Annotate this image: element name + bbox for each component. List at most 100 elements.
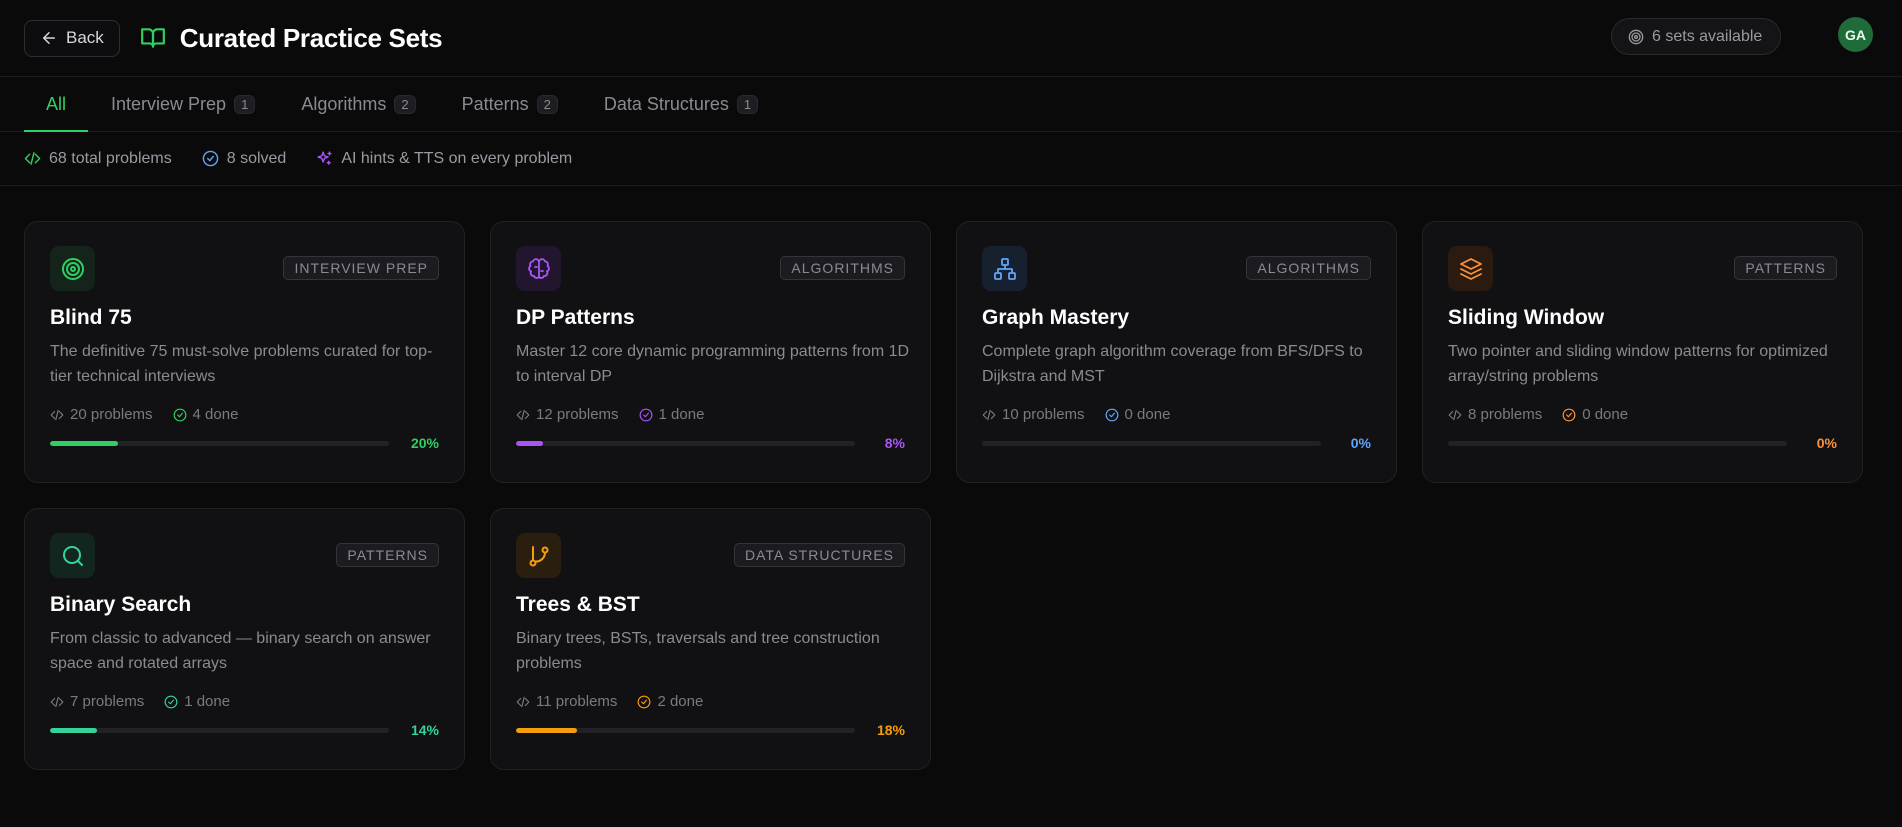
top-header: Back Curated Practice Sets 6 sets availa… — [0, 0, 1902, 77]
done-count-text: 2 done — [657, 693, 704, 710]
title-group: Curated Practice Sets — [140, 23, 443, 54]
done-count-text: 1 done — [184, 693, 231, 710]
tab-count-badge: 1 — [234, 94, 256, 114]
card-description: The definitive 75 must-solve problems cu… — [50, 343, 433, 385]
progress-fill — [50, 727, 98, 733]
avatar[interactable]: GA — [1838, 17, 1873, 52]
card-description: From classic to advanced — binary search… — [50, 630, 431, 672]
category-badge: Algorithms — [780, 256, 905, 280]
check-circle-icon — [173, 408, 186, 421]
tab-patterns[interactable]: Patterns 2 — [439, 77, 581, 131]
check-circle-icon — [164, 695, 178, 708]
progress-bar — [50, 440, 389, 446]
card-title: Graph Mastery — [982, 306, 1130, 329]
done-count: 4 done — [173, 406, 239, 423]
book-open-icon — [140, 28, 165, 48]
problem-count-text: 12 problems — [536, 406, 619, 423]
category-badge: Data Structures — [733, 543, 905, 567]
problem-count: 12 problems — [516, 406, 619, 423]
done-count-text: 0 done — [1582, 406, 1629, 423]
back-button[interactable]: Back — [24, 19, 120, 57]
sets-available-text: 6 sets available — [1652, 27, 1763, 45]
stat-total-text: 68 total problems — [49, 149, 172, 167]
tab-all[interactable]: All — [24, 77, 89, 132]
tab-count-badge: 2 — [394, 94, 416, 114]
progress-fill — [50, 440, 118, 446]
tab-data-structures[interactable]: Data Structures 1 — [581, 77, 781, 131]
done-count: 2 done — [637, 693, 703, 710]
card-icon-box — [50, 533, 95, 578]
tab-label: Data Structures — [603, 93, 729, 114]
practice-set-card[interactable]: Patterns Sliding Window Two pointer and … — [1422, 221, 1863, 483]
card-description: Two pointer and sliding window patterns … — [1448, 343, 1828, 385]
check-circle-icon — [638, 695, 651, 708]
code-icon — [50, 696, 64, 707]
category-badge: Algorithms — [1246, 256, 1371, 280]
card-description: Complete graph algorithm coverage from B… — [982, 343, 1363, 385]
tab-interview-prep[interactable]: Interview Prep 1 — [88, 77, 278, 131]
problem-count: 10 problems — [982, 406, 1085, 423]
progress-bar — [1448, 440, 1787, 446]
card-title: Trees & BST — [516, 593, 640, 616]
done-count: 0 done — [1105, 406, 1171, 423]
stat-ai-hints: AI hints & TTS on every problem — [316, 150, 572, 168]
progress-bar — [516, 440, 855, 446]
category-tabs: All Interview Prep 1 Algorithms 2 Patter… — [0, 77, 1902, 132]
tab-count-badge: 1 — [736, 94, 759, 114]
page-title: Curated Practice Sets — [179, 22, 443, 53]
practice-set-card[interactable]: Algorithms DP Patterns Master 12 core dy… — [490, 221, 931, 483]
search-icon — [62, 545, 83, 566]
card-icon-box — [50, 246, 95, 291]
category-badge: Interview Prep — [283, 256, 439, 280]
practice-set-card[interactable]: Algorithms Graph Mastery Complete graph … — [956, 221, 1397, 483]
progress-percent: 0% — [1350, 435, 1371, 451]
sparkles-icon — [317, 151, 332, 165]
done-count: 1 done — [639, 406, 705, 423]
progress-bar — [50, 727, 389, 733]
category-badge: Patterns — [1734, 256, 1837, 280]
target-icon — [61, 257, 84, 280]
tab-label: All — [46, 93, 67, 114]
progress-percent: 18% — [876, 722, 905, 738]
sets-available-badge: 6 sets available — [1611, 18, 1782, 55]
progress-percent: 8% — [884, 435, 905, 451]
code-icon — [516, 696, 530, 707]
code-icon — [982, 409, 996, 420]
check-circle-icon — [639, 408, 652, 421]
problem-count-text: 7 problems — [70, 693, 145, 710]
card-title: Blind 75 — [50, 306, 132, 329]
card-title: Sliding Window — [1448, 306, 1605, 329]
problem-count: 8 problems — [1448, 406, 1542, 423]
tab-count-badge: 2 — [536, 94, 558, 114]
practice-set-card[interactable]: Interview Prep Blind 75 The definitive 7… — [24, 221, 465, 483]
stat-ai-text: AI hints & TTS on every problem — [341, 149, 573, 167]
category-badge: Patterns — [336, 543, 439, 567]
done-count-text: 0 done — [1124, 406, 1171, 423]
code-icon — [24, 152, 41, 165]
code-icon — [1448, 409, 1462, 420]
problem-count: 7 problems — [50, 693, 144, 710]
progress-percent: 20% — [410, 435, 439, 451]
practice-set-card[interactable]: Data Structures Trees & BST Binary trees… — [490, 508, 931, 770]
tab-algorithms[interactable]: Algorithms 2 — [278, 77, 438, 131]
done-count-text: 4 done — [192, 406, 239, 423]
done-count: 0 done — [1562, 406, 1628, 423]
code-icon — [50, 409, 64, 420]
check-circle-icon — [1562, 408, 1576, 421]
progress-bar — [516, 727, 855, 733]
problem-count-text: 10 problems — [1002, 406, 1085, 423]
progress-percent: 0% — [1816, 435, 1837, 451]
done-count-text: 1 done — [658, 406, 705, 423]
practice-set-card[interactable]: Patterns Binary Search From classic to a… — [24, 508, 465, 770]
progress-bar — [982, 440, 1321, 446]
network-icon — [993, 257, 1016, 280]
card-icon-box — [516, 246, 561, 291]
done-count: 1 done — [164, 693, 230, 710]
tab-label: Patterns — [461, 93, 529, 114]
card-icon-box — [982, 246, 1027, 291]
code-icon — [516, 409, 530, 420]
problem-count: 11 problems — [516, 693, 617, 710]
check-circle-icon — [1105, 408, 1118, 421]
problem-count-text: 11 problems — [536, 693, 618, 710]
back-label: Back — [66, 28, 104, 47]
